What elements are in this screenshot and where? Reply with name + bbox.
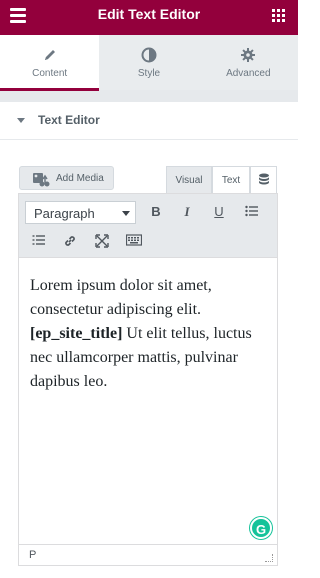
tab-advanced-label: Advanced [226, 68, 271, 79]
grid-apps-icon[interactable] [272, 9, 285, 22]
bold-button[interactable]: B [145, 201, 167, 223]
editor-statusbar: P [19, 544, 277, 565]
underline-button[interactable]: U [208, 201, 230, 223]
chevron-down-icon [122, 211, 130, 216]
link-icon[interactable] [59, 230, 81, 252]
bullet-list-icon[interactable] [240, 201, 262, 223]
tab-style[interactable]: Style [99, 35, 199, 90]
shortcode-site-title: [ep_site_title] [30, 325, 123, 342]
numbered-list-icon[interactable] [27, 230, 49, 252]
panel-tabs: Content Style Advanced [0, 35, 298, 91]
resize-handle-icon[interactable] [265, 554, 273, 562]
grammarly-icon[interactable]: G [250, 517, 272, 539]
half-circle-icon [141, 47, 157, 63]
section-title: Text Editor [38, 113, 100, 127]
editor-content[interactable]: Lorem ipsum dolor sit amet, consectetur … [30, 274, 266, 394]
media-icon [33, 173, 50, 187]
rich-text-editor: Paragraph B I U Lorem ipsum dolor sit am… [18, 193, 278, 566]
keyboard-icon[interactable] [123, 230, 145, 252]
caret-down-icon [17, 118, 25, 123]
database-icon[interactable] [250, 166, 277, 193]
divider [0, 91, 298, 102]
tab-content[interactable]: Content [0, 35, 100, 91]
panel-header: Edit Text Editor [0, 0, 298, 35]
tab-content-label: Content [32, 68, 68, 79]
editor-toolbar: Paragraph B I U [19, 194, 277, 258]
panel-title: Edit Text Editor [97, 6, 201, 22]
format-select[interactable]: Paragraph [25, 201, 136, 224]
tab-advanced[interactable]: Advanced [198, 35, 298, 90]
content-text-1: Lorem ipsum dolor sit amet, consectetur … [30, 277, 212, 318]
gear-icon [241, 48, 256, 62]
tab-visual[interactable]: Visual [166, 166, 212, 193]
tab-text[interactable]: Text [212, 166, 250, 193]
fullscreen-icon[interactable] [91, 230, 113, 252]
tab-style-label: Style [137, 68, 161, 79]
pencil-icon [44, 50, 55, 60]
add-media-label: Add Media [56, 173, 104, 184]
section-header-text-editor[interactable]: Text Editor [0, 102, 298, 140]
format-select-value: Paragraph [34, 206, 95, 221]
element-path[interactable]: P [29, 549, 36, 561]
add-media-button[interactable]: Add Media [19, 166, 114, 190]
italic-button[interactable]: I [176, 201, 198, 223]
